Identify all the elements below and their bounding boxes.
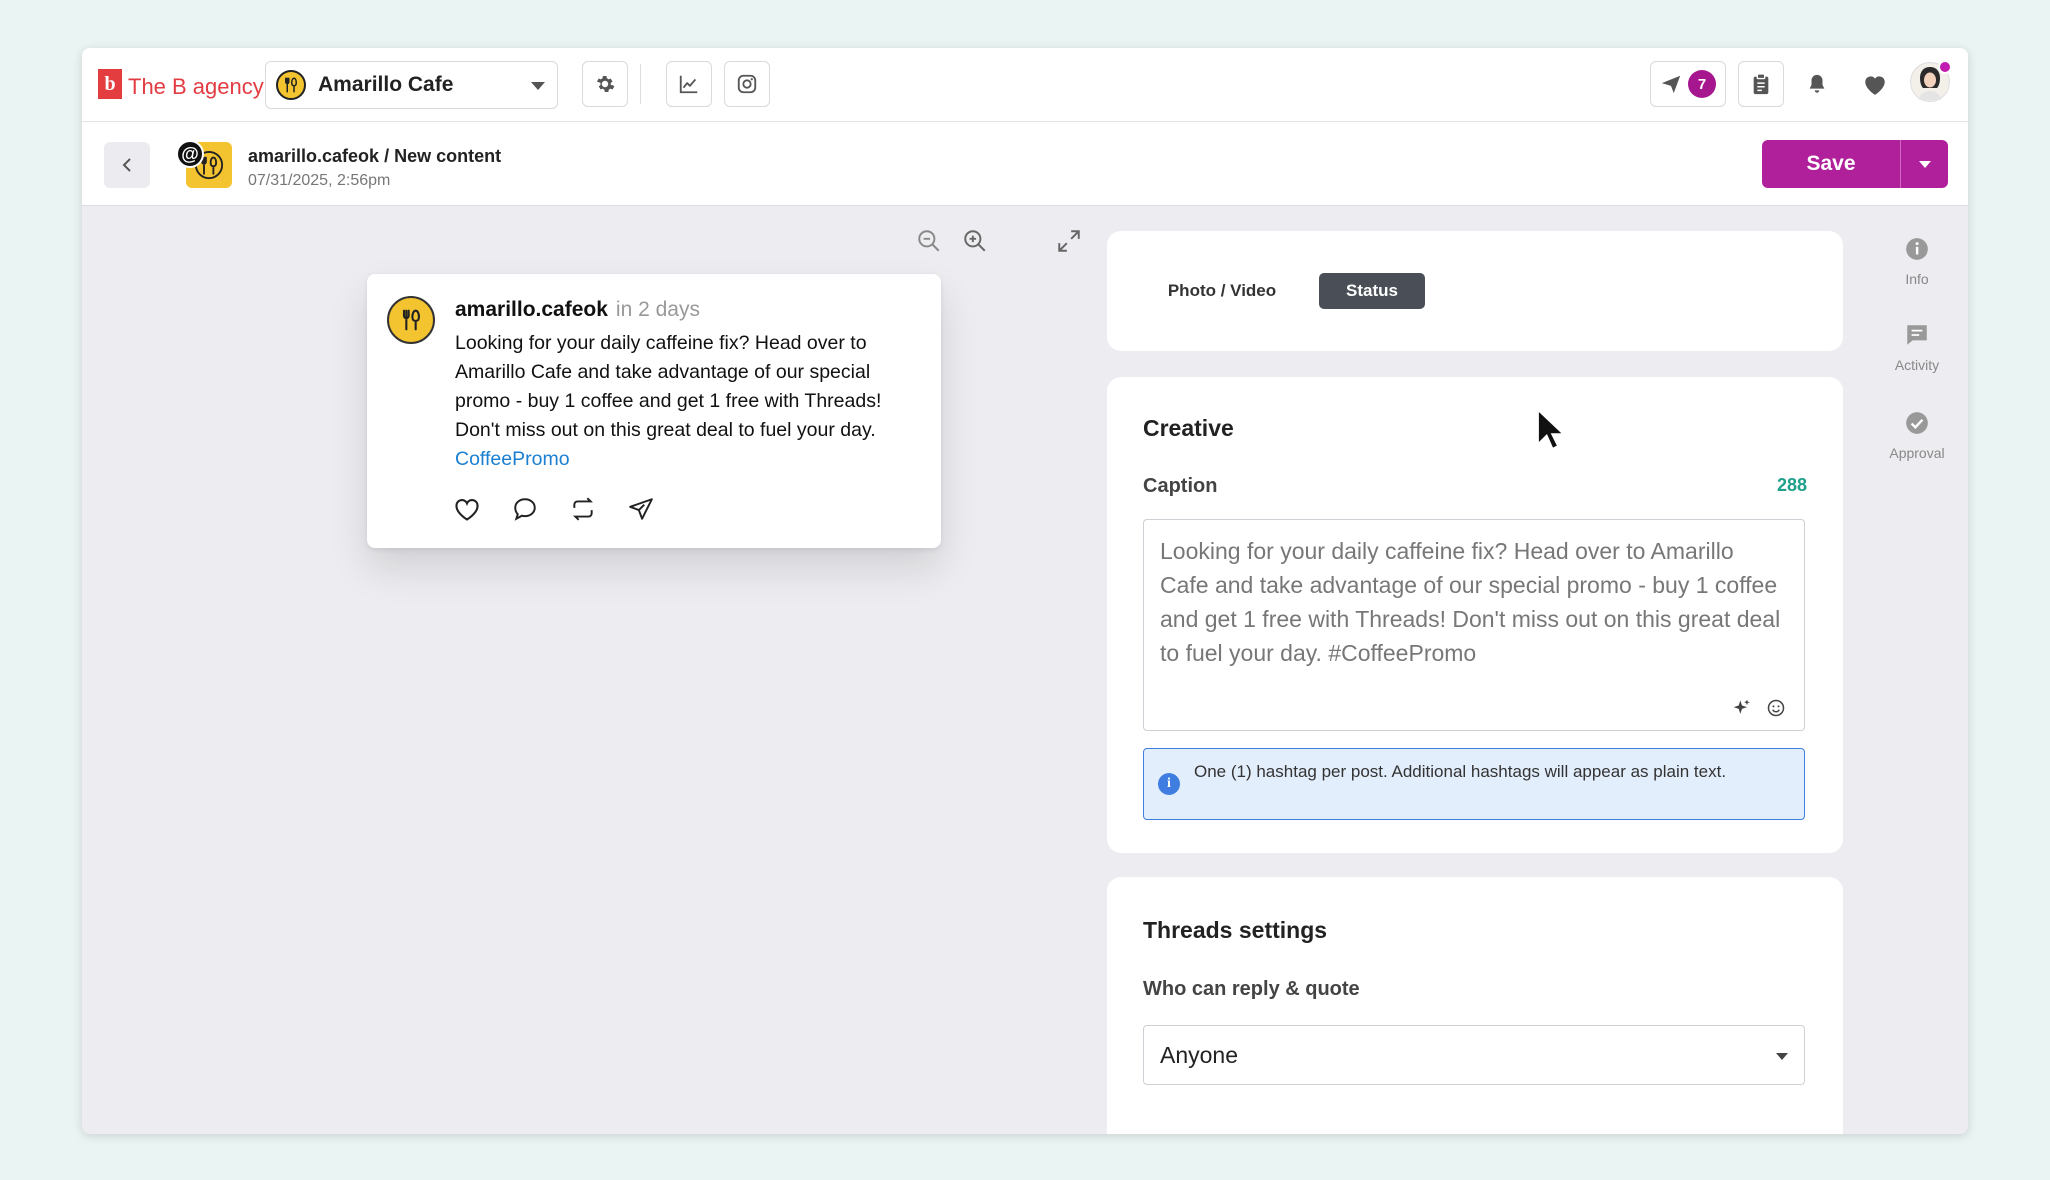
instagram-button[interactable] [724, 61, 770, 107]
hashtag-info-banner: i One (1) hashtag per post. Additional h… [1143, 748, 1805, 820]
preview-actions [453, 496, 655, 522]
reply-quote-label: Who can reply & quote [1143, 978, 1360, 1000]
creative-title: Creative [1143, 415, 1234, 441]
account-name: Amarillo Cafe [318, 73, 454, 96]
preview-text: Looking for your daily caffeine fix? Hea… [455, 329, 925, 474]
repost-icon[interactable] [569, 496, 597, 522]
settings-button[interactable] [582, 61, 628, 107]
fork-spoon-icon [402, 309, 420, 331]
heart-icon [1865, 76, 1885, 95]
breadcrumb: amarillo.cafeok / New content [248, 146, 502, 166]
brand-logo-icon: b [98, 69, 122, 99]
bell-icon [1809, 74, 1825, 93]
ai-sparkle-icon[interactable] [1732, 698, 1752, 718]
info-banner-text: One (1) hashtag per post. Additional has… [1194, 762, 1727, 781]
rail-approval-label: Approval [1889, 445, 1945, 461]
reply-quote-select[interactable]: Anyone [1143, 1025, 1805, 1085]
chevron-down-icon [1776, 1053, 1788, 1060]
media-type-panel: Photo / Video Status [1107, 231, 1843, 351]
fork-spoon-icon [285, 77, 298, 93]
preview-body: Looking for your daily caffeine fix? Hea… [455, 332, 882, 441]
threads-icon: @ [176, 140, 204, 168]
account-select[interactable]: Amarillo Cafe [265, 61, 558, 109]
caption-value: Looking for your daily caffeine fix? Hea… [1160, 538, 1781, 666]
chevron-down-icon [531, 82, 545, 90]
analytics-button[interactable] [666, 61, 712, 107]
gear-icon [596, 76, 615, 92]
favorites-button[interactable] [1852, 61, 1898, 107]
chevron-left-icon [122, 158, 131, 172]
post-timestamp: 07/31/2025, 2:56pm [248, 172, 391, 189]
tasks-button[interactable] [1738, 61, 1784, 107]
post-preview-card: amarillo.cafeok in 2 days Looking for you… [367, 274, 941, 548]
outbox-count-badge: 7 [1688, 70, 1716, 98]
post-account-avatar: @ [176, 140, 232, 188]
account-avatar [276, 70, 306, 100]
toolbar-divider [640, 64, 641, 104]
expand-icon [1058, 230, 1080, 252]
expand-button[interactable] [1056, 228, 1082, 259]
rail-approval[interactable]: Approval [1882, 410, 1952, 461]
creative-panel: Creative Caption 288 Looking for your da… [1107, 377, 1843, 853]
caption-tools [1732, 698, 1786, 718]
info-icon: i [1158, 773, 1180, 795]
instagram-icon [737, 74, 757, 94]
clipboard-icon [1753, 73, 1769, 95]
zoom-out-button[interactable] [916, 228, 942, 259]
back-button[interactable] [104, 142, 150, 188]
presence-dot [1938, 60, 1952, 74]
top-bar: b The B agency Amarillo Cafe 7 [82, 48, 1968, 122]
outbox-button[interactable]: 7 [1650, 61, 1726, 107]
info-icon [1906, 238, 1928, 260]
share-icon[interactable] [627, 496, 655, 522]
paper-plane-icon [1661, 75, 1681, 94]
caption-textarea[interactable]: Looking for your daily caffeine fix? Hea… [1143, 519, 1805, 731]
brand[interactable]: b The B agency [98, 68, 264, 100]
save-options-button[interactable] [1900, 140, 1948, 188]
zoom-in-button[interactable] [962, 228, 988, 259]
threads-settings-title: Threads settings [1143, 917, 1328, 943]
reply-quote-value: Anyone [1160, 1041, 1239, 1068]
app-window: b The B agency Amarillo Cafe 7 @ amarill… [82, 48, 1968, 1134]
preview-username-text: amarillo.cafeok [455, 298, 608, 321]
check-circle-icon [1906, 412, 1928, 434]
rail-activity-label: Activity [1894, 357, 1940, 373]
notifications-button[interactable] [1794, 61, 1840, 107]
line-chart-icon [679, 75, 698, 94]
save-button-group: Save [1762, 140, 1948, 188]
caption-label: Caption [1143, 475, 1218, 497]
preview-hashtag-link[interactable]: CoffeePromo [455, 448, 570, 470]
save-button[interactable]: Save [1762, 140, 1900, 188]
content-header: @ amarillo.cafeok / New content 07/31/20… [82, 122, 1968, 206]
emoji-icon[interactable] [1766, 698, 1786, 718]
brand-name: The B agency [128, 74, 264, 99]
tab-status[interactable]: Status [1319, 273, 1425, 309]
rail-activity[interactable]: Activity [1882, 322, 1952, 373]
rail-info-label: Info [1905, 271, 1929, 287]
preview-avatar [387, 296, 435, 344]
character-count: 288 [1776, 475, 1807, 495]
comment-icon[interactable] [511, 496, 539, 522]
zoom-in-icon [964, 230, 986, 252]
mouse-cursor-icon [1536, 408, 1566, 451]
threads-settings-panel: Threads settings Who can reply & quote A… [1107, 877, 1843, 1134]
zoom-out-icon [918, 230, 940, 252]
chat-icon [1907, 325, 1927, 345]
rail-info[interactable]: Info [1882, 236, 1952, 287]
heart-outline-icon[interactable] [453, 496, 481, 522]
preview-username: amarillo.cafeok in 2 days [455, 298, 700, 322]
user-avatar[interactable] [1910, 60, 1952, 102]
preview-time: in 2 days [615, 298, 700, 321]
tab-photo-video[interactable]: Photo / Video [1157, 273, 1287, 309]
chevron-down-icon [1918, 160, 1931, 168]
